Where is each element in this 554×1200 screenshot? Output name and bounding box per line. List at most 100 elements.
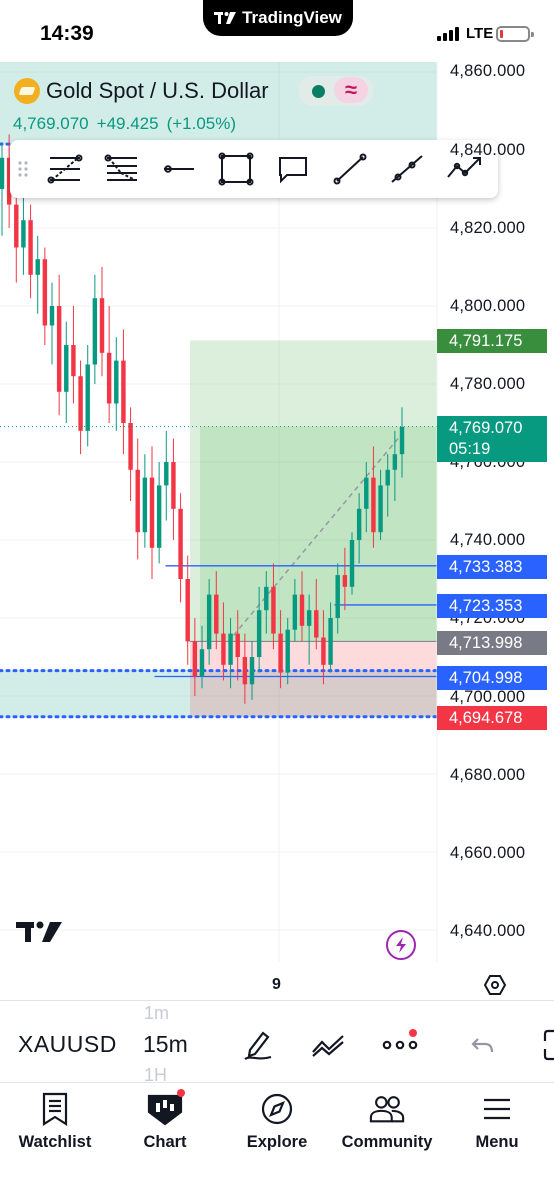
candle-body <box>349 540 355 587</box>
network-type: LTE <box>466 25 494 42</box>
candle-body <box>264 586 269 611</box>
candle-body <box>99 298 105 353</box>
drawing-toolbar <box>10 140 498 198</box>
rectangle-icon[interactable] <box>207 140 264 198</box>
compass-icon <box>259 1091 295 1127</box>
fib-retracement-icon[interactable] <box>36 140 93 198</box>
candle-body <box>156 485 162 548</box>
candle-body <box>321 637 326 665</box>
candle-body <box>278 633 283 673</box>
signal-icon <box>437 27 459 41</box>
position-progress-zone <box>200 426 437 642</box>
price-axis-label: 4,740.000 <box>450 531 526 549</box>
current-price-value: 4,769.070 <box>449 419 523 437</box>
candle-body <box>271 586 276 634</box>
indicators-icon[interactable] <box>310 1027 346 1063</box>
symbol-quote: 4,769.070 +49.425 (+1.05%) <box>13 114 236 134</box>
candle-body <box>214 594 219 634</box>
candle-body <box>285 629 290 673</box>
candle-body <box>399 426 405 455</box>
candle-body <box>299 594 305 626</box>
fib-extension-icon[interactable] <box>93 140 150 198</box>
symbol-header[interactable]: Gold Spot / U.S. Dollar ≈ 4,769.070 +49.… <box>6 72 436 140</box>
symbol-selector[interactable]: XAUUSD <box>18 1031 120 1058</box>
hamburger-icon <box>479 1091 515 1127</box>
candle-body <box>178 508 183 579</box>
undo-icon[interactable] <box>465 1027 501 1063</box>
stop-price-marker: 4,694.678 <box>437 706 547 730</box>
chart-controls-bar: XAUUSD 1m 15m 1H <box>0 1000 554 1083</box>
candle-body <box>142 477 148 533</box>
callout-icon[interactable] <box>264 140 321 198</box>
drawing-tools-icon[interactable] <box>240 1027 276 1063</box>
price-axis-label: 4,780.000 <box>450 375 526 393</box>
candle-body <box>221 633 226 665</box>
candle-body <box>21 220 26 248</box>
community-icon <box>369 1091 405 1127</box>
candle-body <box>56 306 62 392</box>
candle-body <box>164 462 169 486</box>
candle-body <box>199 649 205 677</box>
nav-community[interactable]: Community <box>332 1091 442 1161</box>
tradingview-logo-icon <box>16 921 62 942</box>
candle-body <box>14 204 19 248</box>
bar-countdown: 05:19 <box>449 440 491 458</box>
candle-body <box>185 579 190 642</box>
candle-body <box>28 220 33 275</box>
candle-body <box>314 610 319 638</box>
ray-icon[interactable] <box>378 140 435 198</box>
candle-body <box>356 508 362 540</box>
clock: 14:39 <box>40 22 94 45</box>
candle-body <box>106 352 112 404</box>
nav-label: Menu <box>475 1133 519 1151</box>
bottom-navigation: Watchlist Chart Explore Community Menu <box>0 1082 554 1200</box>
candle-body <box>71 345 76 377</box>
candle-body <box>35 259 40 275</box>
entry-price-marker: 4,713.998 <box>437 631 547 655</box>
candle-body <box>171 462 176 509</box>
candle-body <box>92 298 98 365</box>
horizontal-line-icon[interactable] <box>150 140 207 198</box>
price-axis-label: 4,680.000 <box>450 766 526 784</box>
lightning-icon[interactable] <box>386 930 416 960</box>
symbol-title: Gold Spot / U.S. Dollar <box>46 78 269 103</box>
nav-menu[interactable]: Menu <box>442 1091 552 1161</box>
candle-body <box>149 477 155 548</box>
trend-line-icon[interactable] <box>321 140 378 198</box>
candle-body <box>121 360 126 423</box>
candle-body <box>135 469 140 533</box>
candle-body <box>192 641 198 677</box>
tradingview-logo-icon <box>214 12 237 24</box>
price-axis-label: 4,660.000 <box>450 844 526 862</box>
status-bar: 14:39 TradingView LTE <box>0 0 554 62</box>
time-axis-label: 9 <box>272 976 281 993</box>
nav-label: Watchlist <box>18 1133 92 1151</box>
candle-body <box>249 657 255 685</box>
timeframe-selector[interactable]: 15m <box>143 1031 188 1058</box>
market-open-dot-icon <box>312 85 325 98</box>
candle-body <box>114 360 119 404</box>
candle-body <box>49 306 55 326</box>
candle-body <box>292 594 298 630</box>
nav-label: Explore <box>246 1133 308 1151</box>
nav-explore[interactable]: Explore <box>222 1091 332 1161</box>
price-axis-label: 4,820.000 <box>450 219 526 237</box>
market-status-pill[interactable]: ≈ <box>298 76 374 106</box>
timeframe-option[interactable]: 1m <box>144 1003 169 1024</box>
candle-body <box>385 469 390 486</box>
candle-body <box>256 610 262 657</box>
target-price-marker: 4,791.175 <box>437 329 547 353</box>
delayed-data-icon: ≈ <box>334 77 368 103</box>
notification-dot <box>177 1089 185 1097</box>
level-price-marker: 4,704.998 <box>437 666 547 690</box>
current-price-marker: 4,769.070 05:19 <box>437 416 547 462</box>
candle-body <box>306 610 312 626</box>
nav-chart[interactable]: Chart <box>110 1089 220 1161</box>
timeframe-option[interactable]: 1H <box>144 1065 167 1083</box>
chart-settings-icon[interactable] <box>484 974 506 996</box>
candle-body <box>364 477 369 509</box>
fullscreen-icon[interactable] <box>530 1027 554 1063</box>
candle-body <box>128 423 133 470</box>
drag-grip-icon[interactable] <box>10 140 36 198</box>
nav-watchlist[interactable]: Watchlist <box>0 1091 110 1161</box>
